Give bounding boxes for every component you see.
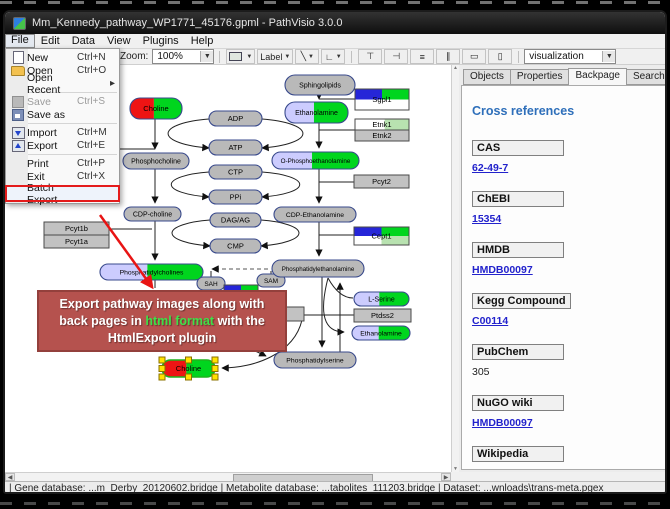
file-menu-item-print[interactable]: Print Ctrl+P <box>6 157 119 170</box>
menu-bar: File Edit Data View Plugins Help <box>5 34 665 49</box>
sidebar: Objects Properties Backpage Search Legen… <box>459 65 667 472</box>
menu-edit[interactable]: Edit <box>35 35 66 48</box>
xref-title: NuGO wiki <box>472 395 564 411</box>
menu-separator <box>28 154 117 155</box>
new-line-button[interactable]: ╲ ▼ <box>295 49 319 64</box>
file-menu-item-import[interactable]: Import Ctrl+M <box>6 126 119 139</box>
xref-link[interactable]: C00114 <box>472 315 508 327</box>
tab-objects[interactable]: Objects <box>463 69 511 85</box>
toolbar-separator <box>518 51 519 63</box>
xref-title: CAS <box>472 140 564 156</box>
annotation-callout: Export pathway images along with back pa… <box>37 290 287 352</box>
save-as-icon <box>12 109 24 121</box>
import-icon <box>12 127 25 139</box>
screenshot-stage: Mm_Kennedy_pathway_WP1771_45176.gpml - P… <box>0 0 670 509</box>
connector-icon: ∟ <box>325 52 334 62</box>
xref-title: Wikipedia <box>472 446 564 462</box>
new-label-button[interactable]: Label ▼ <box>257 49 293 64</box>
xref-title: Kegg Compound <box>472 293 571 309</box>
file-menu-item-batch-export[interactable]: Batch Export <box>6 186 119 201</box>
open-folder-icon <box>11 66 25 76</box>
status-bar: | Gene database: ...m_Derby_20120602.bri… <box>5 481 665 494</box>
toolbar-separator <box>219 51 220 63</box>
menu-separator <box>28 123 117 124</box>
xref-section-cas: CAS 62-49-7 <box>472 138 665 174</box>
chevron-down-icon[interactable]: ▼ <box>200 51 213 62</box>
backpage-panel: Cross references CAS 62-49-7 ChEBI 15354… <box>461 85 666 470</box>
common-width-button[interactable]: ▭ <box>462 49 486 64</box>
cross-references-heading: Cross references <box>472 104 665 118</box>
xref-title: ChEBI <box>472 191 564 207</box>
zoom-label: Zoom: <box>120 51 148 62</box>
file-menu-item-export[interactable]: Export Ctrl+E <box>6 139 119 152</box>
xref-title: PubChem <box>472 344 564 360</box>
file-menu-item-open-recent[interactable]: Open Recent ▸ <box>6 77 119 90</box>
xref-title: HMDB <box>472 242 564 258</box>
canvas-horizontal-scrollbar[interactable]: ◀ ▶ <box>5 472 451 481</box>
new-datanode-button[interactable]: ▼ <box>226 49 255 64</box>
tab-properties[interactable]: Properties <box>510 69 570 85</box>
export-icon <box>12 140 25 152</box>
save-icon <box>12 96 24 108</box>
scroll-down-icon[interactable]: ▼ <box>452 466 459 472</box>
new-connector-button[interactable]: ∟ ▼ <box>321 49 345 64</box>
xref-section-pubchem: PubChem 305 <box>472 342 665 378</box>
window-title: Mm_Kennedy_pathway_WP1771_45176.gpml - P… <box>32 17 342 29</box>
xref-link[interactable]: 62-49-7 <box>472 162 508 174</box>
common-width-icon: ▭ <box>470 51 479 62</box>
xref-section-hmdb: HMDB HMDB00097 <box>472 240 665 276</box>
common-height-icon: ▯ <box>498 51 503 62</box>
xref-section-chebi: ChEBI 15354 <box>472 189 665 225</box>
xref-section-nugo: NuGO wiki HMDB00097 <box>472 393 665 429</box>
xref-link[interactable]: Choline <box>472 468 511 470</box>
distribute-vertical-button[interactable]: ∥ <box>436 49 460 64</box>
line-icon: ╲ <box>301 51 306 62</box>
sidebar-tabs: Objects Properties Backpage Search Legen… <box>463 69 667 85</box>
distribute-horizontal-icon: ≡ <box>420 52 425 62</box>
file-menu-item-new[interactable]: New Ctrl+N <box>6 51 119 64</box>
xref-link[interactable]: HMDB00097 <box>472 264 533 276</box>
scroll-left-icon[interactable]: ◀ <box>5 473 15 481</box>
submenu-arrow-icon: ▸ <box>73 78 119 89</box>
scroll-up-icon[interactable]: ▲ <box>452 65 459 71</box>
tab-search[interactable]: Search <box>626 69 667 85</box>
new-file-icon <box>13 51 24 64</box>
visualization-combobox[interactable]: visualization ▼ <box>524 49 616 64</box>
menu-view[interactable]: View <box>101 35 137 48</box>
file-menu-dropdown: New Ctrl+N Open Ctrl+O Open Recent ▸ Sav… <box>5 48 120 204</box>
xref-section-kegg: Kegg Compound C00114 <box>472 291 665 327</box>
menu-help[interactable]: Help <box>185 35 220 48</box>
file-menu-item-save-as[interactable]: Save as <box>6 108 119 121</box>
canvas-vertical-scrollbar[interactable]: ▲ ▼ <box>451 65 459 472</box>
menu-plugins[interactable]: Plugins <box>137 35 185 48</box>
xref-value: 305 <box>472 366 665 378</box>
scroll-right-icon[interactable]: ▶ <box>441 473 451 481</box>
xref-section-wikipedia: Wikipedia Choline <box>472 444 665 470</box>
align-vertical-center-button[interactable]: ⊣ <box>384 49 408 64</box>
callout-highlight: html format <box>145 314 214 328</box>
app-window: Mm_Kennedy_pathway_WP1771_45176.gpml - P… <box>3 10 667 494</box>
distribute-vertical-icon: ∥ <box>446 51 451 62</box>
menu-file[interactable]: File <box>5 34 35 48</box>
align-horizontal-center-icon: ⊤ <box>366 51 374 62</box>
tab-backpage[interactable]: Backpage <box>568 68 626 86</box>
menu-data[interactable]: Data <box>66 35 101 48</box>
chevron-down-icon[interactable]: ▼ <box>602 51 615 62</box>
align-horizontal-center-button[interactable]: ⊤ <box>358 49 382 64</box>
align-vertical-center-icon: ⊣ <box>392 51 400 62</box>
title-bar[interactable]: Mm_Kennedy_pathway_WP1771_45176.gpml - P… <box>5 12 665 34</box>
file-menu-item-save: Save Ctrl+S <box>6 95 119 108</box>
xref-link[interactable]: 15354 <box>472 213 501 225</box>
app-icon <box>13 17 26 30</box>
datanode-icon <box>229 52 242 61</box>
toolbar-separator <box>351 51 352 63</box>
zoom-combobox[interactable]: 100% ▼ <box>152 49 214 64</box>
background-artifact <box>0 502 670 505</box>
xref-link[interactable]: HMDB00097 <box>472 417 533 429</box>
status-text: | Gene database: ...m_Derby_20120602.bri… <box>9 483 603 494</box>
distribute-horizontal-button[interactable]: ≡ <box>410 49 434 64</box>
background-artifact <box>0 1 670 4</box>
common-height-button[interactable]: ▯ <box>488 49 512 64</box>
